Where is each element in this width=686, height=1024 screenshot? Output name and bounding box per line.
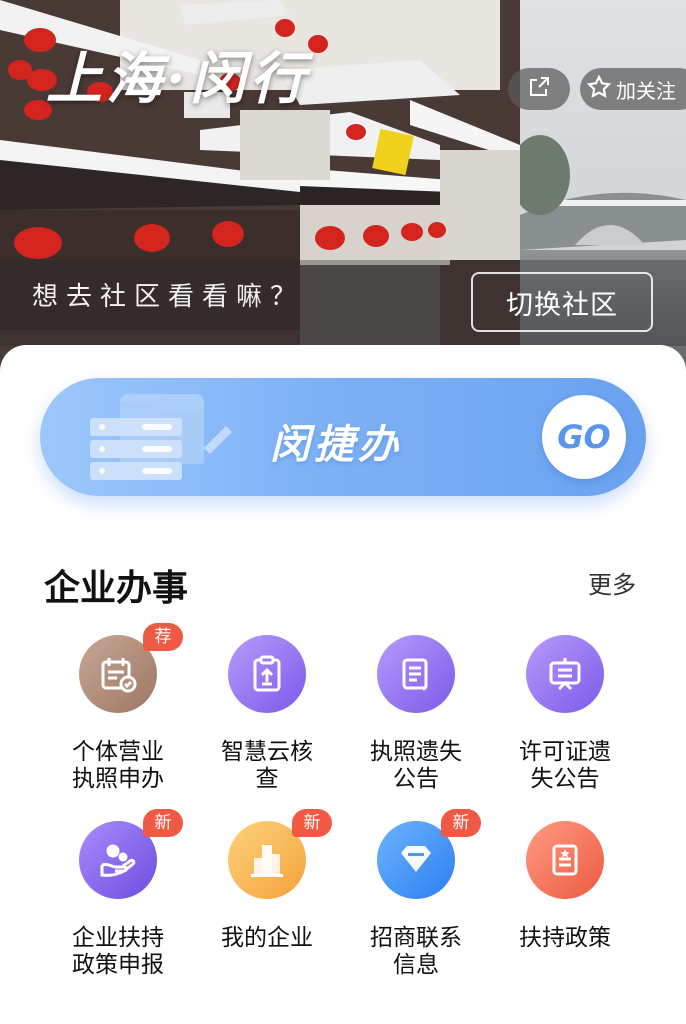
- service-label: 招商联系 信息: [370, 925, 462, 978]
- follow-button[interactable]: 加关注: [580, 68, 686, 110]
- service-label: 扶持政策: [519, 925, 611, 951]
- more-link[interactable]: 更多: [588, 565, 636, 600]
- service-label: 企业扶持 政策申报: [72, 925, 164, 978]
- star-icon: [586, 74, 612, 105]
- switch-community-button[interactable]: 切换社区: [471, 272, 653, 332]
- recommend-badge: 荐: [143, 623, 183, 651]
- banner-title: 闵捷办: [270, 422, 402, 468]
- server-folder-icon: [90, 394, 232, 480]
- follow-label: 加关注: [616, 78, 676, 103]
- service-label: 我的企业: [221, 925, 313, 951]
- content-card: 闵捷办 GO 企业办事 更多 荐 个体营业 执照申办 智慧云核 查 执照遗失 公…: [0, 345, 686, 1024]
- section-title: 企业办事: [44, 568, 189, 609]
- easel-board-icon: [526, 635, 604, 713]
- clipboard-upload-icon: [228, 635, 306, 713]
- community-prompt-text: 想去社区看看嘛？: [32, 282, 305, 312]
- new-badge: 新: [292, 809, 332, 837]
- share-button[interactable]: [508, 68, 570, 110]
- quick-service-banner[interactable]: 闵捷办 GO: [40, 378, 646, 496]
- service-label: 个体营业 执照申办: [72, 739, 164, 792]
- policy-document-icon: [526, 821, 604, 899]
- new-badge: 新: [143, 809, 183, 837]
- service-label: 许可证遗 失公告: [519, 739, 611, 792]
- service-label: 智慧云核查: [221, 739, 313, 792]
- hero-banner: 上海·闵行 加关注 想去社区看看嘛？ 切换社区: [0, 0, 686, 380]
- share-icon: [527, 75, 551, 104]
- new-badge: 新: [441, 809, 481, 837]
- service-label: 执照遗失 公告: [370, 739, 462, 792]
- city-title: 上海·闵行: [46, 46, 310, 112]
- go-button[interactable]: GO: [542, 395, 626, 479]
- document-lines-icon: [377, 635, 455, 713]
